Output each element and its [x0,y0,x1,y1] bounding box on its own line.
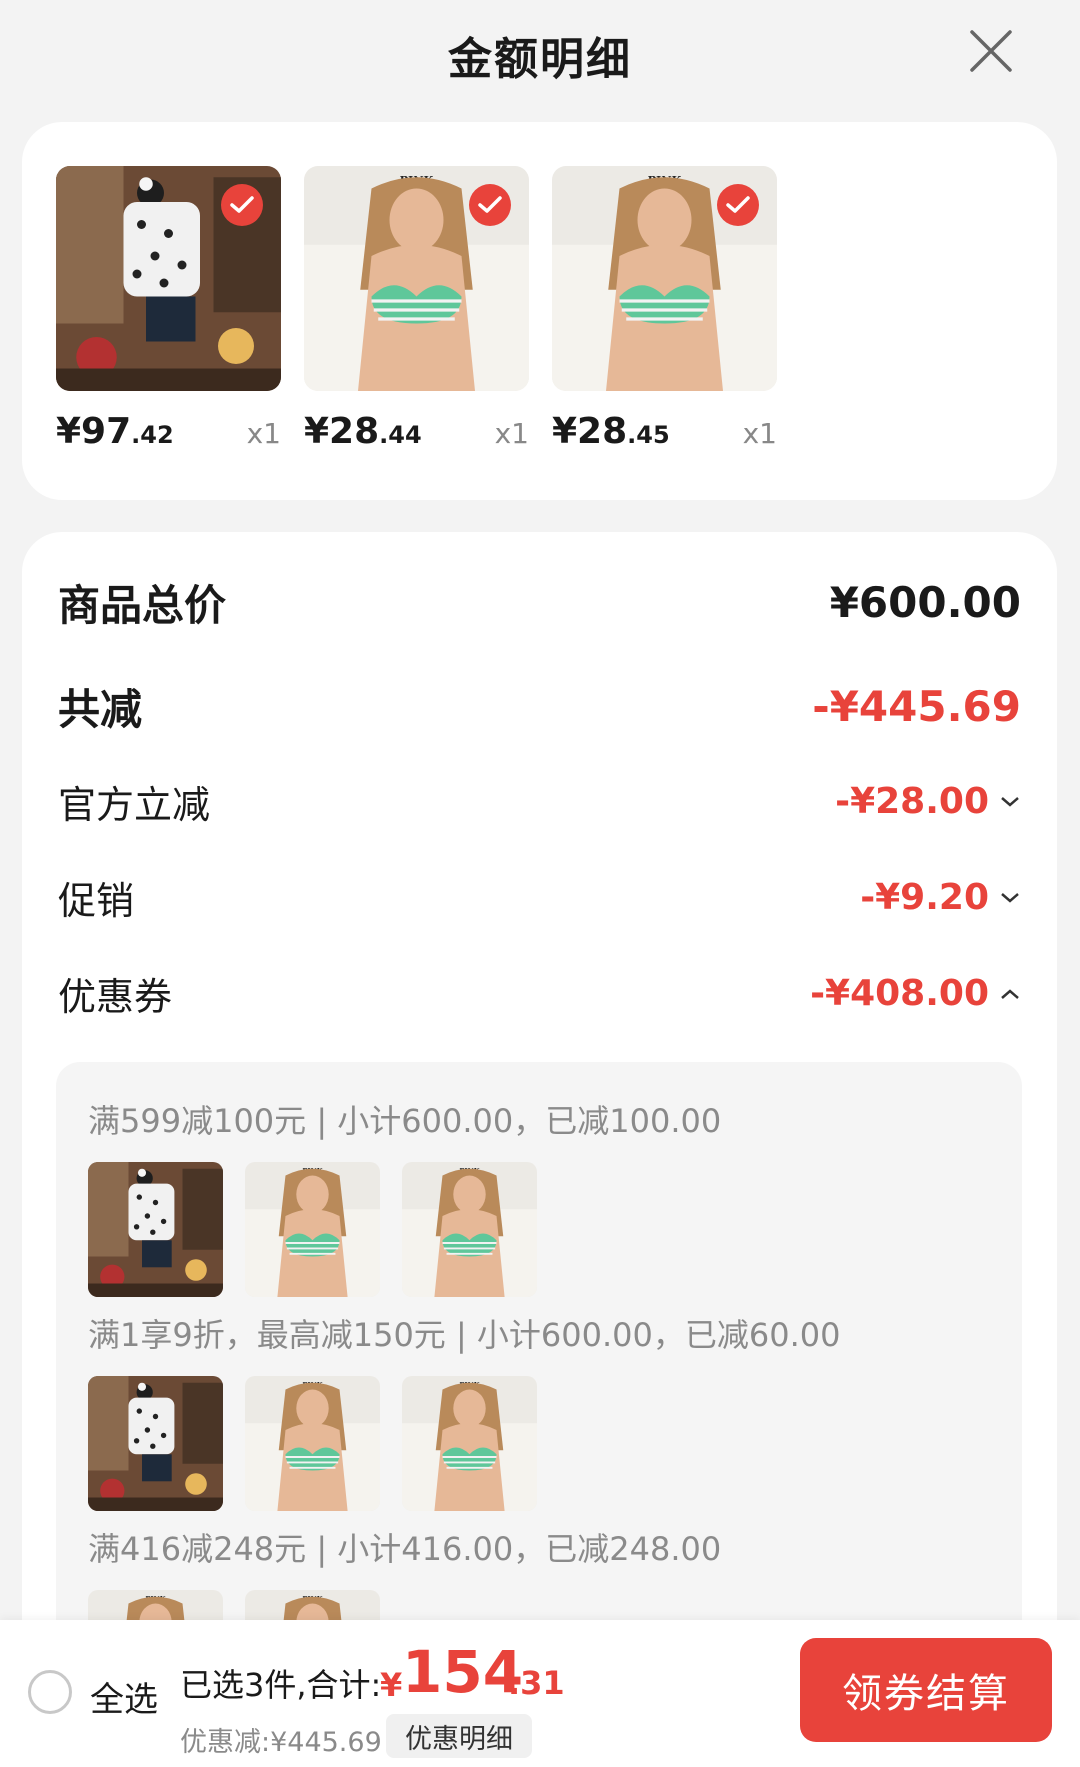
product-thumb [88,1162,223,1297]
product-price: ¥28.44 [304,411,422,452]
product-price: ¥28.45 [552,411,670,452]
coupon-product-thumbs [88,1376,537,1511]
promo-row[interactable]: 促销 -¥9.20 [58,870,1021,925]
checkout-button[interactable]: 领券结算 [800,1638,1052,1742]
total-reduce-label: 共减 [58,685,143,734]
product-qty: x1 [246,417,281,450]
product-qty: x1 [494,417,529,450]
coupon-rule-text: 满416减248元 | 小计416.00，已减248.00 [88,1530,722,1568]
product-price: ¥97.42 [56,411,174,452]
total-price-label: 商品总价 [58,581,227,630]
select-all-radio[interactable] [28,1670,72,1714]
chevron-up-icon [1001,988,1019,999]
discount-detail-button[interactable]: 优惠明细 [386,1714,532,1758]
product-image [56,166,281,391]
coupon-value: -¥408.00 [810,973,1021,1014]
product-thumb [88,1376,223,1511]
discount-summary: 优惠减:¥445.69 [180,1727,382,1758]
coupon-product-thumbs [88,1162,537,1297]
product-item[interactable]: ¥97.42 x1 [56,166,281,452]
product-item[interactable]: ¥28.44 x1 [304,166,529,452]
total-reduce-row: 共减 -¥445.69 [58,676,1021,737]
product-thumb [402,1376,537,1511]
total-amount-int: 154 [402,1638,524,1706]
header: 金额明细 [0,0,1080,110]
total-price-row: 商品总价 ¥600.00 [58,572,1021,633]
select-all-label[interactable]: 全选 [90,1672,158,1721]
coupon-label: 优惠券 [58,975,173,1019]
checked-icon[interactable] [221,184,263,226]
coupon-rule-text: 满1享9折，最高减150元 | 小计600.00，已减60.00 [88,1316,841,1354]
promo-value: -¥9.20 [860,877,1021,918]
product-qty: x1 [742,417,777,450]
product-list-card: ¥97.42 x1 ¥28.44 x1 ¥28.45 x1 [22,122,1057,500]
official-discount-row[interactable]: 官方立减 -¥28.00 [58,774,1021,829]
official-discount-value: -¥28.00 [835,781,1021,822]
total-currency: ¥ [380,1666,403,1704]
checkout-bar: 全选 已选3件,合计: ¥ 154 .31 优惠减:¥445.69 优惠明细 领… [0,1620,1080,1767]
close-icon[interactable] [968,28,1014,74]
total-price-value: ¥600.00 [829,578,1021,627]
product-image [552,166,777,391]
checked-icon[interactable] [717,184,759,226]
page-title: 金额明细 [448,34,632,85]
chevron-down-icon [1001,796,1019,807]
coupon-row[interactable]: 优惠券 -¥408.00 [58,966,1021,1021]
product-thumb [402,1162,537,1297]
coupon-rule-text: 满599减100元 | 小计600.00，已减100.00 [88,1102,722,1140]
product-thumb [245,1162,380,1297]
total-reduce-value: -¥445.69 [812,682,1021,731]
total-amount-dec: .31 [508,1664,565,1702]
product-item[interactable]: ¥28.45 x1 [552,166,777,452]
price-summary-card: 商品总价 ¥600.00 共减 -¥445.69 官方立减 -¥28.00 促销… [22,532,1057,1762]
product-image [304,166,529,391]
selected-count-text: 已选3件,合计: [180,1666,382,1704]
promo-label: 促销 [58,879,135,923]
product-thumb [245,1376,380,1511]
official-discount-label: 官方立减 [58,783,211,827]
checked-icon[interactable] [469,184,511,226]
chevron-down-icon [1001,892,1019,903]
